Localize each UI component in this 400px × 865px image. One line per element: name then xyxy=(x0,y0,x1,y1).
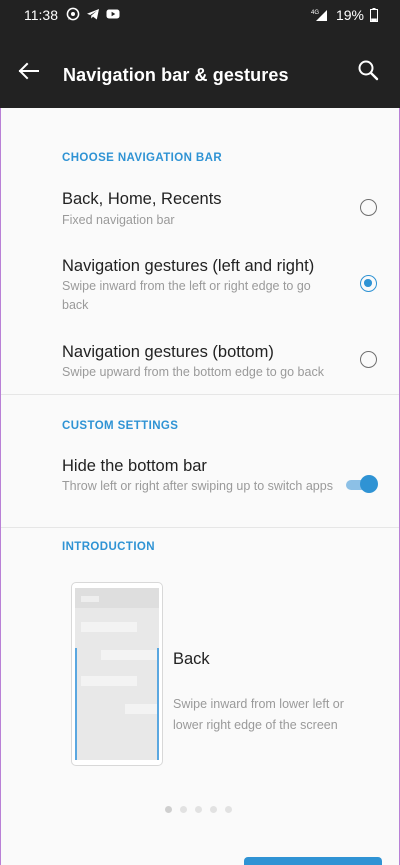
notification-icons xyxy=(66,7,120,21)
option-gestures-bottom[interactable]: Navigation gestures (bottom) Swipe upwar… xyxy=(0,334,400,394)
phone-illustration xyxy=(71,582,163,766)
option-gestures-left-right[interactable]: Navigation gestures (left and right) Swi… xyxy=(0,248,400,318)
battery-percent: 19% xyxy=(335,7,364,23)
status-bar: 11:38 4G 19% xyxy=(0,0,400,32)
phone-content-bar xyxy=(81,622,137,632)
setting-hide-bottom-bar[interactable]: Hide the bottom bar Throw left or right … xyxy=(0,448,400,518)
phone-content-bar xyxy=(125,704,159,714)
back-button[interactable] xyxy=(14,56,44,86)
radio-back-home-recents[interactable] xyxy=(360,199,377,216)
section-header-custom: CUSTOM SETTINGS xyxy=(62,420,179,432)
right-edge-indicator xyxy=(157,648,159,760)
intro-description: Swipe inward from lower left or lower ri… xyxy=(173,697,344,732)
option-title: Back, Home, Recents xyxy=(62,190,222,208)
arrow-left-icon xyxy=(18,62,39,80)
status-right: 4G 19% xyxy=(310,7,378,23)
page-dot-2[interactable] xyxy=(180,806,187,813)
search-button[interactable] xyxy=(354,56,384,86)
section-header-choose-nav: CHOOSE NAVIGATION BAR xyxy=(62,152,223,164)
option-back-home-recents[interactable]: Back, Home, Recents Fixed navigation bar xyxy=(0,180,400,240)
option-title: Navigation gestures (bottom) xyxy=(62,343,274,361)
radio-gestures-bottom[interactable] xyxy=(360,351,377,368)
screen: 11:38 4G 19% Navigation bar & gestures C… xyxy=(0,0,400,865)
option-subtitle: Swipe inward from the left or right edge… xyxy=(62,279,311,312)
page-title: Navigation bar & gestures xyxy=(63,65,289,85)
screen-edge-left xyxy=(0,108,1,865)
page-dot-5[interactable] xyxy=(225,806,232,813)
option-subtitle: Swipe upward from the bottom edge to go … xyxy=(62,365,324,379)
divider xyxy=(0,394,400,395)
phone-header-chip xyxy=(81,596,99,602)
youtube-icon xyxy=(106,7,120,21)
signal-icon: 4G xyxy=(310,8,330,22)
setting-subtitle: Throw left or right after swiping up to … xyxy=(62,479,333,493)
page-dot-4[interactable] xyxy=(210,806,217,813)
whatsapp-icon xyxy=(66,7,80,21)
option-subtitle: Fixed navigation bar xyxy=(62,213,175,227)
page-dot-1[interactable] xyxy=(165,806,172,813)
phone-content-bar xyxy=(81,676,137,686)
network-type: 4G xyxy=(311,10,319,16)
section-header-intro: INTRODUCTION xyxy=(62,541,155,553)
hide-bar-toggle[interactable] xyxy=(346,471,378,497)
page-dot-3[interactable] xyxy=(195,806,202,813)
search-icon xyxy=(358,60,379,81)
page-indicator xyxy=(165,806,232,813)
phone-content-bar xyxy=(101,650,159,660)
setting-title: Hide the bottom bar xyxy=(62,457,207,475)
left-edge-indicator xyxy=(75,648,77,760)
telegram-icon xyxy=(86,7,100,21)
toggle-knob xyxy=(360,475,378,493)
divider xyxy=(0,527,400,528)
status-time: 11:38 xyxy=(24,7,58,23)
next-button[interactable] xyxy=(244,857,382,865)
toolbar: Navigation bar & gestures xyxy=(0,32,400,108)
phone-screen xyxy=(75,588,159,760)
intro-title: Back xyxy=(173,650,210,668)
option-title: Navigation gestures (left and right) xyxy=(62,257,315,275)
battery-icon xyxy=(370,8,378,22)
radio-gestures-left-right[interactable] xyxy=(360,275,377,292)
